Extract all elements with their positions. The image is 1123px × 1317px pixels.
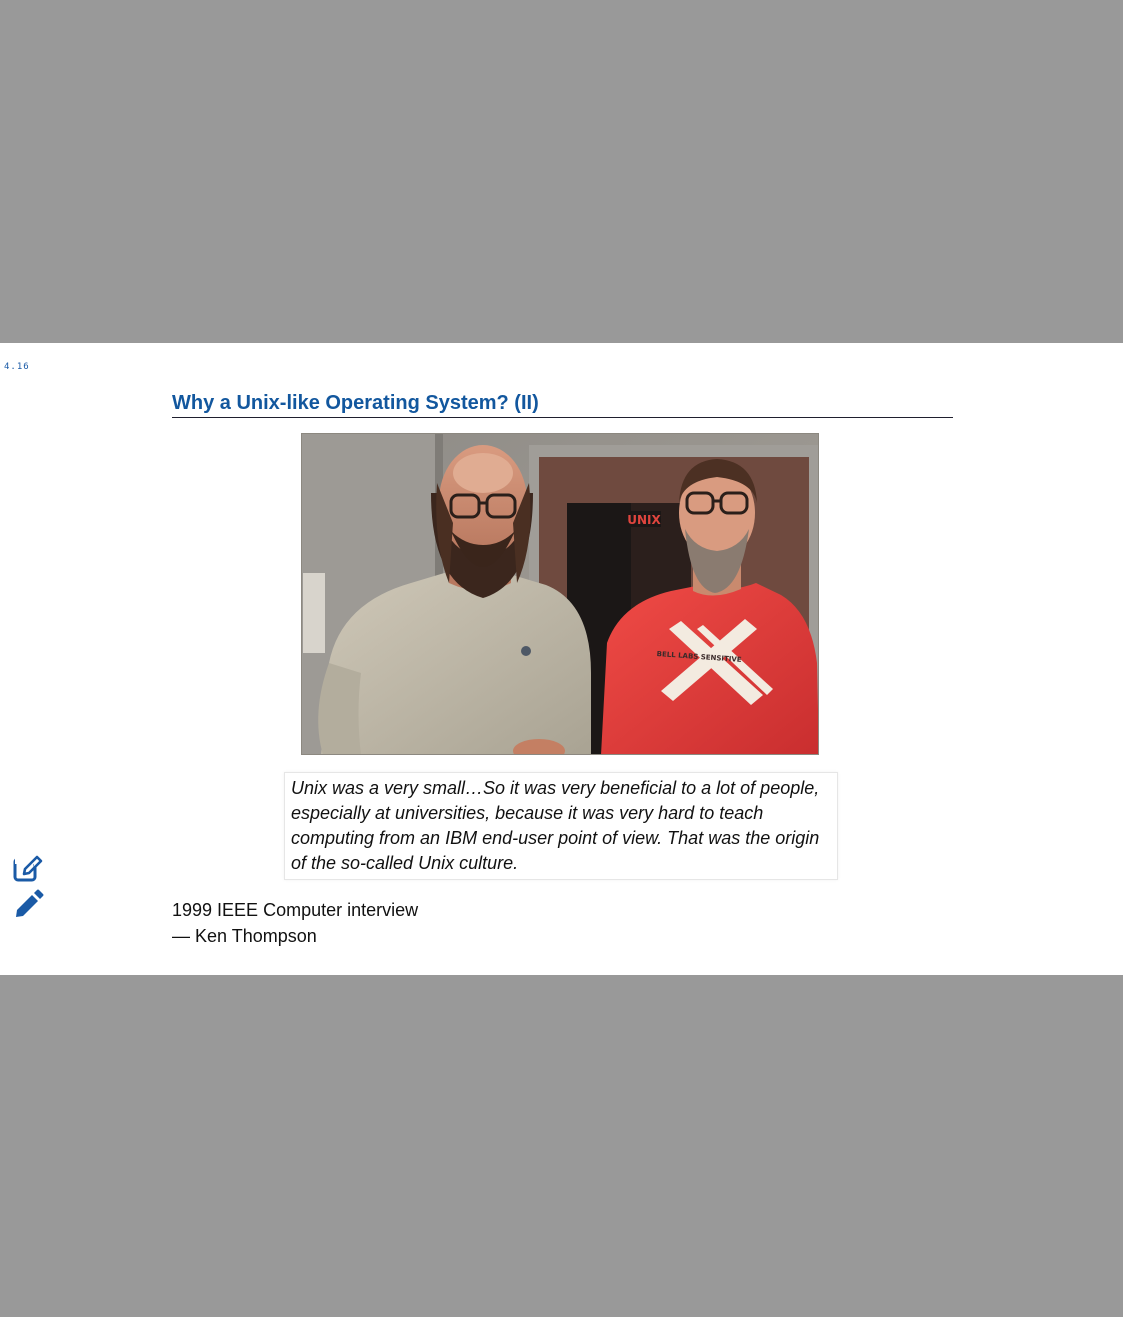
citation-author: — Ken Thompson <box>172 926 317 946</box>
photo-thompson-ritchie: UNIX BELL LABS SENSITIVE <box>301 433 819 755</box>
unix-sign-text: UNIX <box>627 513 661 527</box>
slide-title: Why a Unix-like Operating System? (II) <box>172 391 953 418</box>
edit-square-icon[interactable] <box>12 852 44 884</box>
citation-source: 1999 IEEE Computer interview <box>172 900 419 920</box>
slide: 4.16 Why a Unix-like Operating System? (… <box>0 343 1123 975</box>
quote-box: Unix was a very small…So it was very ben… <box>284 772 838 880</box>
pencil-icon[interactable] <box>12 889 44 921</box>
citation: 1999 IEEE Computer interview — Ken Thomp… <box>172 897 418 949</box>
slide-number: 4.16 <box>4 362 30 372</box>
